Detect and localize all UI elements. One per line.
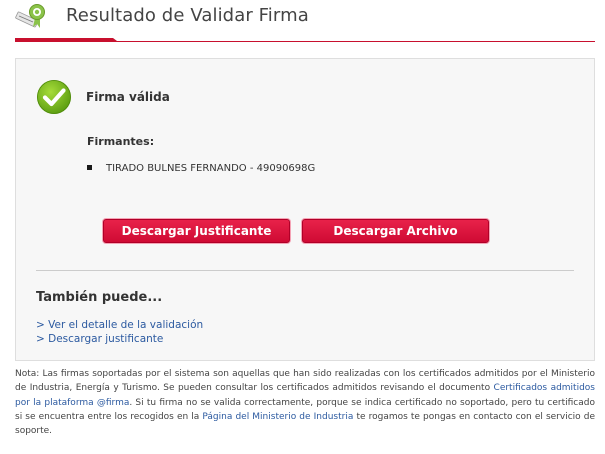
bullet-icon [87,164,92,170]
signer-name: TIRADO BULNES FERNANDO - 49090698G [106,163,316,174]
header-divider [15,38,595,42]
signature-status: Firma válida [86,90,170,104]
page-header: Resultado de Validar Firma [15,0,595,44]
download-archivo-button[interactable]: Descargar Archivo [302,219,489,243]
signer-list: TIRADO BULNES FERNANDO - 49090698G [87,162,315,176]
divider [36,270,574,271]
footnote: Nota: Las firmas soportadas por el siste… [15,367,595,438]
ministry-page-link[interactable]: Página del Ministerio de Industria [202,412,353,422]
certificate-ribbon-icon [15,4,45,28]
validation-result-panel: Firma válida Firmantes: TIRADO BULNES FE… [15,58,595,361]
also-section-title: También puede... [36,290,163,305]
also-links: > Ver el detalle de la validación > Desc… [36,318,203,346]
list-item: TIRADO BULNES FERNANDO - 49090698G [87,162,315,176]
page-title: Resultado de Validar Firma [66,5,309,26]
download-justificante-button[interactable]: Descargar Justificante [103,219,290,243]
check-circle-icon [37,80,71,114]
view-validation-detail-link[interactable]: > Ver el detalle de la validación [36,318,203,332]
signers-label: Firmantes: [87,135,155,148]
download-justificante-link[interactable]: > Descargar justificante [36,332,203,346]
